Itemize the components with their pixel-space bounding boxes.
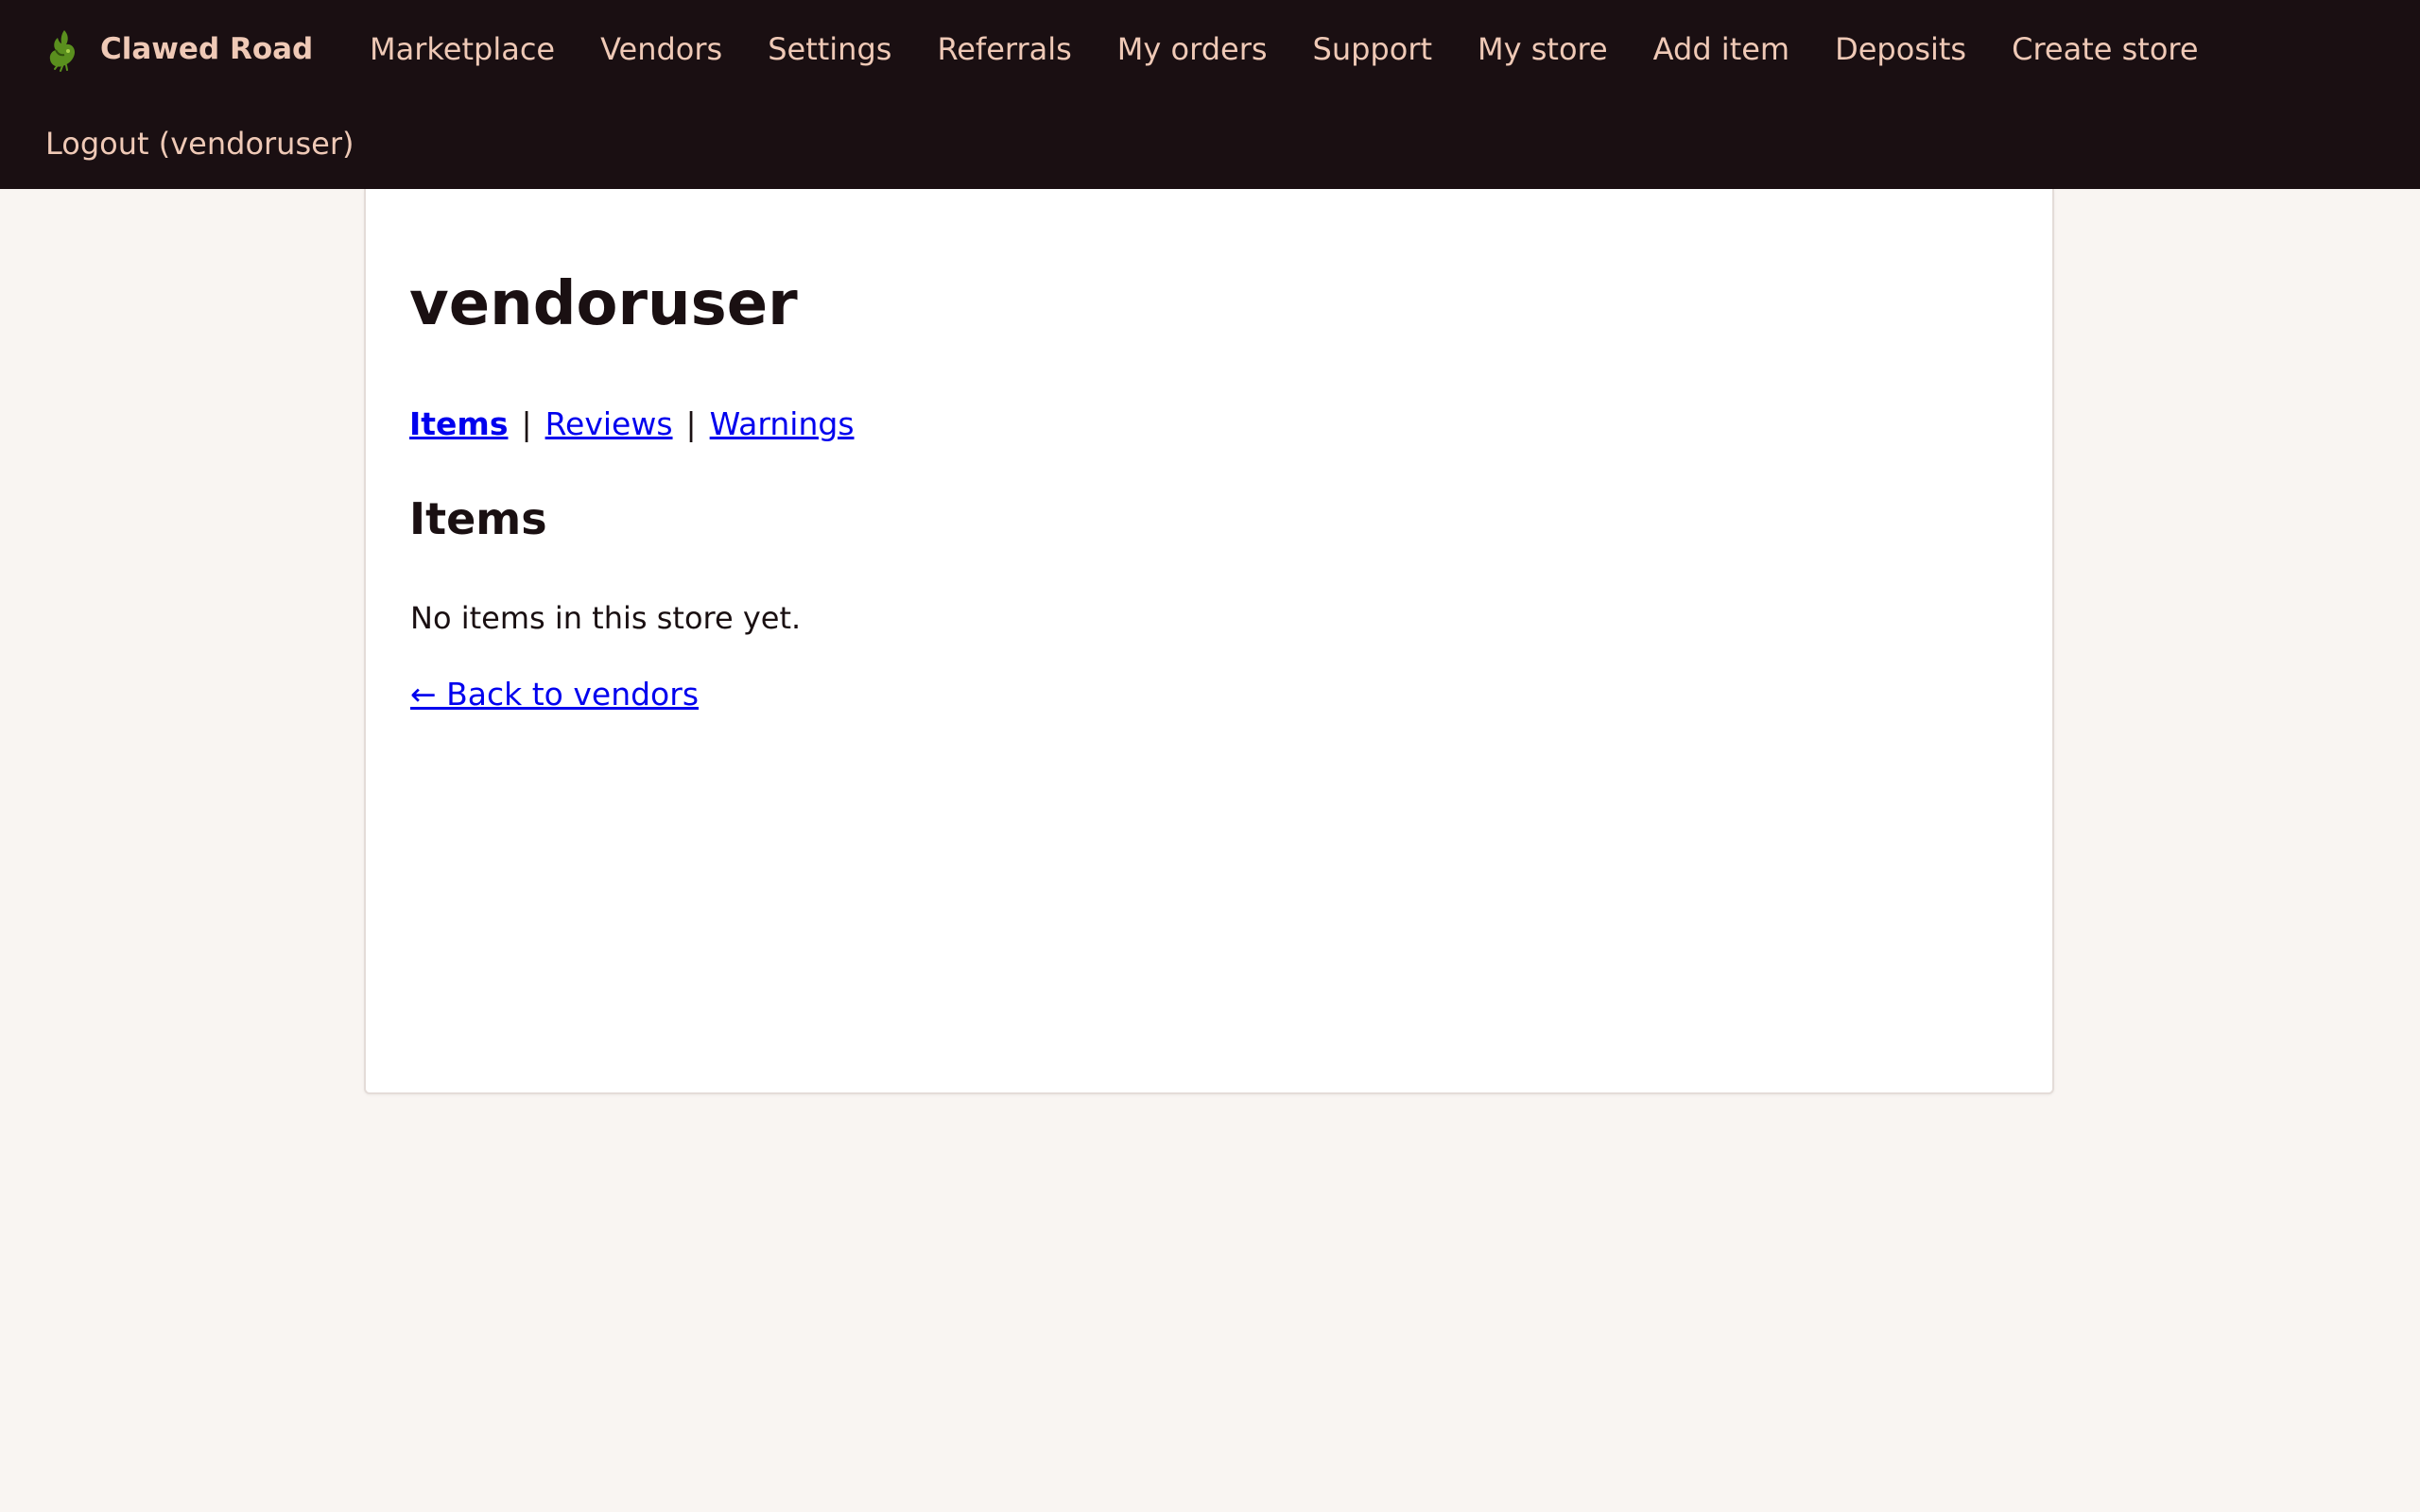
nav-item-vendors[interactable]: Vendors [600,31,722,67]
tab-separator: | [685,405,697,442]
nav-item-add-item[interactable]: Add item [1653,31,1789,67]
top-navbar: Clawed Road Marketplace Vendors Settings… [0,0,2420,189]
nav-item-my-orders[interactable]: My orders [1117,31,1268,67]
main-nav: Marketplace Vendors Settings Referrals M… [370,21,2244,77]
tab-reviews[interactable]: Reviews [545,405,673,442]
tab-separator: | [521,405,532,442]
brand-link[interactable]: Clawed Road [43,21,313,77]
nav-item-settings[interactable]: Settings [768,31,891,67]
empty-state-message: No items in this store yet. [410,600,802,636]
brand-name: Clawed Road [100,32,314,66]
section-heading-items: Items [409,493,547,544]
nav-item-referrals[interactable]: Referrals [937,31,1071,67]
nav-item-create-store[interactable]: Create store [2012,31,2198,67]
nav-item-marketplace[interactable]: Marketplace [370,31,555,67]
nav-item-my-store[interactable]: My store [1478,31,1608,67]
back-to-vendors-link[interactable]: ← Back to vendors [410,679,699,710]
lobster-claw-icon [49,30,75,72]
nav-item-deposits[interactable]: Deposits [1835,31,1966,67]
page-title: vendoruser [409,269,798,339]
tab-warnings[interactable]: Warnings [710,405,855,442]
store-tabs: Items | Reviews | Warnings [409,408,855,439]
tab-items[interactable]: Items [409,405,508,442]
logout-link[interactable]: Logout (vendoruser) [45,115,354,172]
nav-item-support[interactable]: Support [1313,31,1433,67]
